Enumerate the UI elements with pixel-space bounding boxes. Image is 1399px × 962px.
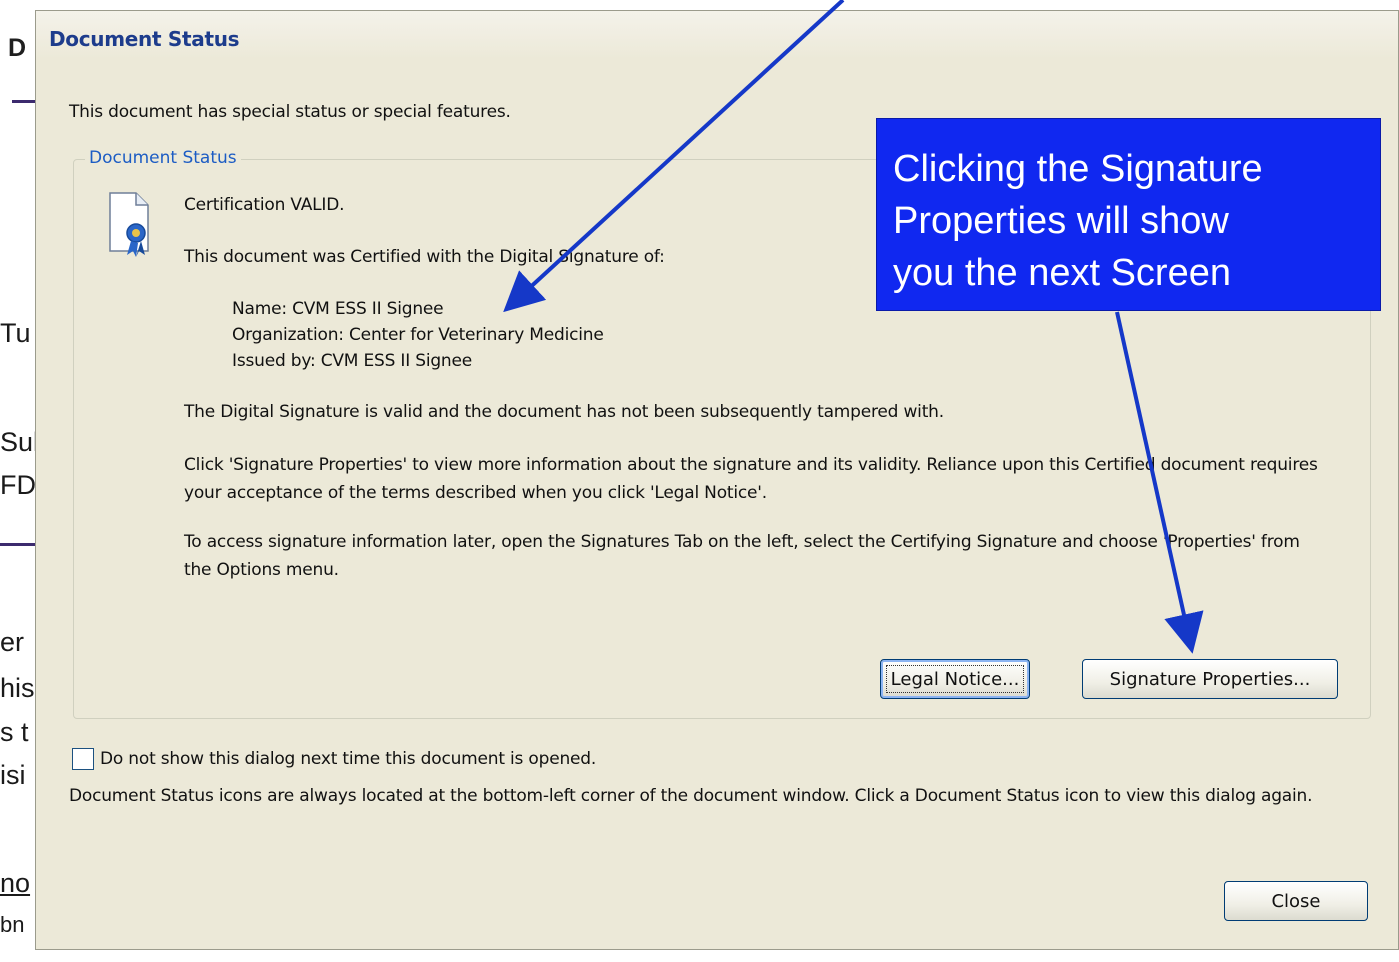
arrow-to-signer: [503, 0, 845, 313]
annotation-callout: Clicking the Signature Properties will s…: [876, 118, 1381, 311]
arrow-to-signature-properties: [1115, 311, 1204, 654]
